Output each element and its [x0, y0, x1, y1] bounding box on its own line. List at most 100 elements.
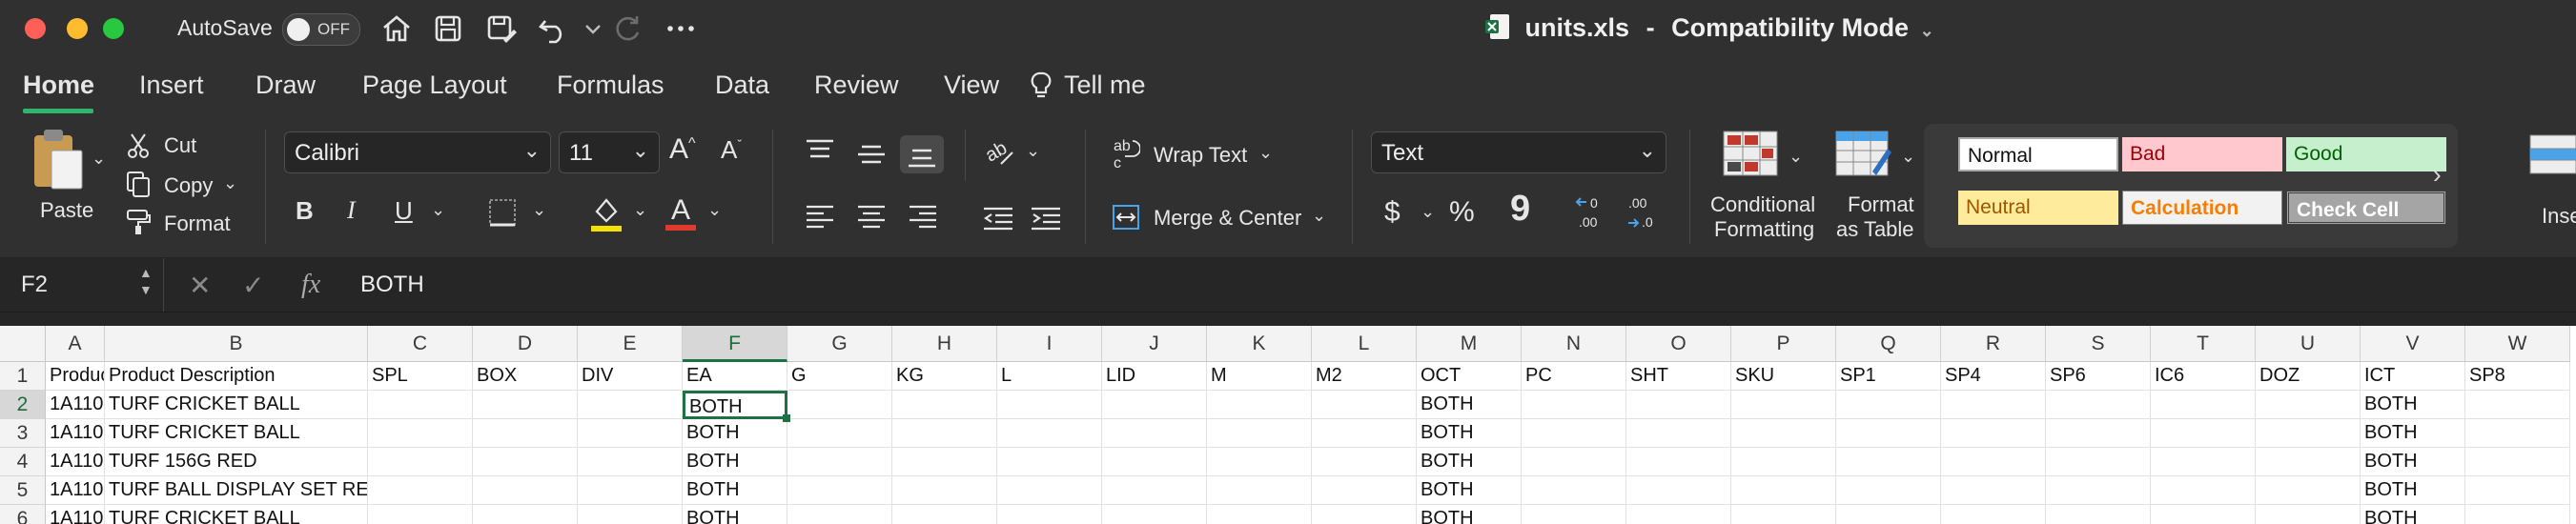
borders-dropdown-icon[interactable]: ⌄ [532, 200, 546, 220]
cell-b1[interactable]: Product Description [105, 362, 368, 391]
cell-k1[interactable]: M [1207, 362, 1312, 391]
cell-c4[interactable] [368, 448, 473, 476]
cell-n6[interactable] [1522, 505, 1626, 524]
formula-input[interactable]: BOTH [360, 272, 424, 298]
cell-l1[interactable]: M2 [1312, 362, 1417, 391]
paste-icon[interactable] [29, 126, 88, 197]
tab-data[interactable]: Data [715, 71, 769, 100]
cell-q6[interactable] [1836, 505, 1941, 524]
decrease-decimal-icon[interactable]: .00.0 [1625, 194, 1663, 237]
cell-w4[interactable] [2465, 448, 2570, 476]
font-color-icon[interactable]: A [664, 192, 698, 237]
cell-e5[interactable] [578, 476, 683, 505]
underline-dropdown-icon[interactable]: ⌄ [431, 200, 445, 220]
cell-d5[interactable] [473, 476, 578, 505]
autosave-toggle[interactable]: OFF [282, 13, 360, 46]
row-header-3[interactable]: 3 [0, 419, 46, 448]
cell-i2[interactable] [997, 391, 1102, 419]
cell-w1[interactable]: SP8 [2465, 362, 2570, 391]
cell-i5[interactable] [997, 476, 1102, 505]
cell-h4[interactable] [892, 448, 997, 476]
cell-n3[interactable] [1522, 419, 1626, 448]
cell-v5[interactable]: BOTH [2361, 476, 2465, 505]
cell-f1[interactable]: EA [683, 362, 787, 391]
cell-e3[interactable] [578, 419, 683, 448]
cell-k3[interactable] [1207, 419, 1312, 448]
cell-h3[interactable] [892, 419, 997, 448]
column-header-e[interactable]: E [578, 326, 683, 362]
cell-c6[interactable] [368, 505, 473, 524]
cell-h5[interactable] [892, 476, 997, 505]
cell-o6[interactable] [1626, 505, 1731, 524]
column-header-f[interactable]: F [683, 326, 787, 362]
scissors-icon[interactable] [124, 131, 153, 165]
cell-d3[interactable] [473, 419, 578, 448]
conditional-formatting-label-1[interactable]: Conditional [1710, 192, 1815, 217]
cut-label[interactable]: Cut [164, 133, 196, 158]
style-calculation[interactable]: Calculation [2122, 191, 2282, 225]
cell-m2[interactable]: BOTH [1417, 391, 1522, 419]
column-header-m[interactable]: M [1417, 326, 1522, 362]
cell-j4[interactable] [1102, 448, 1207, 476]
tab-draw[interactable]: Draw [256, 71, 316, 100]
cell-p1[interactable]: SKU [1731, 362, 1836, 391]
cell-v3[interactable]: BOTH [2361, 419, 2465, 448]
cell-h6[interactable] [892, 505, 997, 524]
align-bottom-icon[interactable] [900, 135, 944, 173]
cell-u3[interactable] [2256, 419, 2361, 448]
fill-color-dropdown-icon[interactable]: ⌄ [633, 200, 647, 220]
align-center-icon[interactable] [856, 204, 887, 233]
conditional-formatting-icon[interactable] [1722, 130, 1779, 182]
wrap-text-dropdown-icon[interactable]: ⌄ [1258, 143, 1273, 163]
more-options-icon[interactable] [664, 11, 698, 46]
cell-m1[interactable]: OCT [1417, 362, 1522, 391]
cell-w2[interactable] [2465, 391, 2570, 419]
format-as-table-label-2[interactable]: as Table [1836, 217, 1914, 242]
column-header-p[interactable]: P [1731, 326, 1836, 362]
cell-t1[interactable]: IC6 [2151, 362, 2256, 391]
italic-button[interactable]: I [347, 196, 356, 225]
zoom-window-button[interactable] [103, 18, 124, 39]
cell-j3[interactable] [1102, 419, 1207, 448]
fill-handle[interactable] [783, 414, 790, 422]
cell-q2[interactable] [1836, 391, 1941, 419]
increase-indent-icon[interactable] [1030, 206, 1062, 235]
paste-dropdown-icon[interactable]: ⌄ [92, 149, 106, 169]
column-header-d[interactable]: D [473, 326, 578, 362]
paste-label[interactable]: Paste [40, 198, 93, 223]
styles-more-chevron-icon[interactable]: › [2433, 160, 2442, 190]
cell-q5[interactable] [1836, 476, 1941, 505]
style-check-cell[interactable]: Check Cell [2286, 191, 2446, 225]
cell-a5[interactable]: 1A1101M0 [46, 476, 105, 505]
cell-s2[interactable] [2046, 391, 2151, 419]
tab-insert[interactable]: Insert [139, 71, 204, 100]
cell-f6[interactable]: BOTH [683, 505, 787, 524]
cell-l2[interactable] [1312, 391, 1417, 419]
percent-button[interactable]: % [1449, 196, 1475, 229]
row-header-5[interactable]: 5 [0, 476, 46, 505]
cell-l3[interactable] [1312, 419, 1417, 448]
cell-u5[interactable] [2256, 476, 2361, 505]
undo-icon[interactable] [536, 11, 570, 46]
cell-r1[interactable]: SP4 [1941, 362, 2046, 391]
cell-l5[interactable] [1312, 476, 1417, 505]
cell-w6[interactable] [2465, 505, 2570, 524]
home-icon[interactable] [379, 11, 414, 46]
column-header-n[interactable]: N [1522, 326, 1626, 362]
cell-v4[interactable]: BOTH [2361, 448, 2465, 476]
cell-p5[interactable] [1731, 476, 1836, 505]
cell-i6[interactable] [997, 505, 1102, 524]
format-as-table-label-1[interactable]: Format [1848, 192, 1914, 217]
orientation-icon[interactable]: ab [982, 137, 1016, 172]
cell-m5[interactable]: BOTH [1417, 476, 1522, 505]
cell-m3[interactable]: BOTH [1417, 419, 1522, 448]
cell-j5[interactable] [1102, 476, 1207, 505]
column-header-b[interactable]: B [105, 326, 368, 362]
cell-a4[interactable]: 1A1101M0 [46, 448, 105, 476]
cell-a6[interactable]: 1A1101M0 [46, 505, 105, 524]
cancel-entry-icon[interactable]: ✕ [189, 270, 211, 301]
align-middle-icon[interactable] [856, 143, 887, 171]
cell-o5[interactable] [1626, 476, 1731, 505]
column-header-g[interactable]: G [787, 326, 892, 362]
cell-c1[interactable]: SPL [368, 362, 473, 391]
